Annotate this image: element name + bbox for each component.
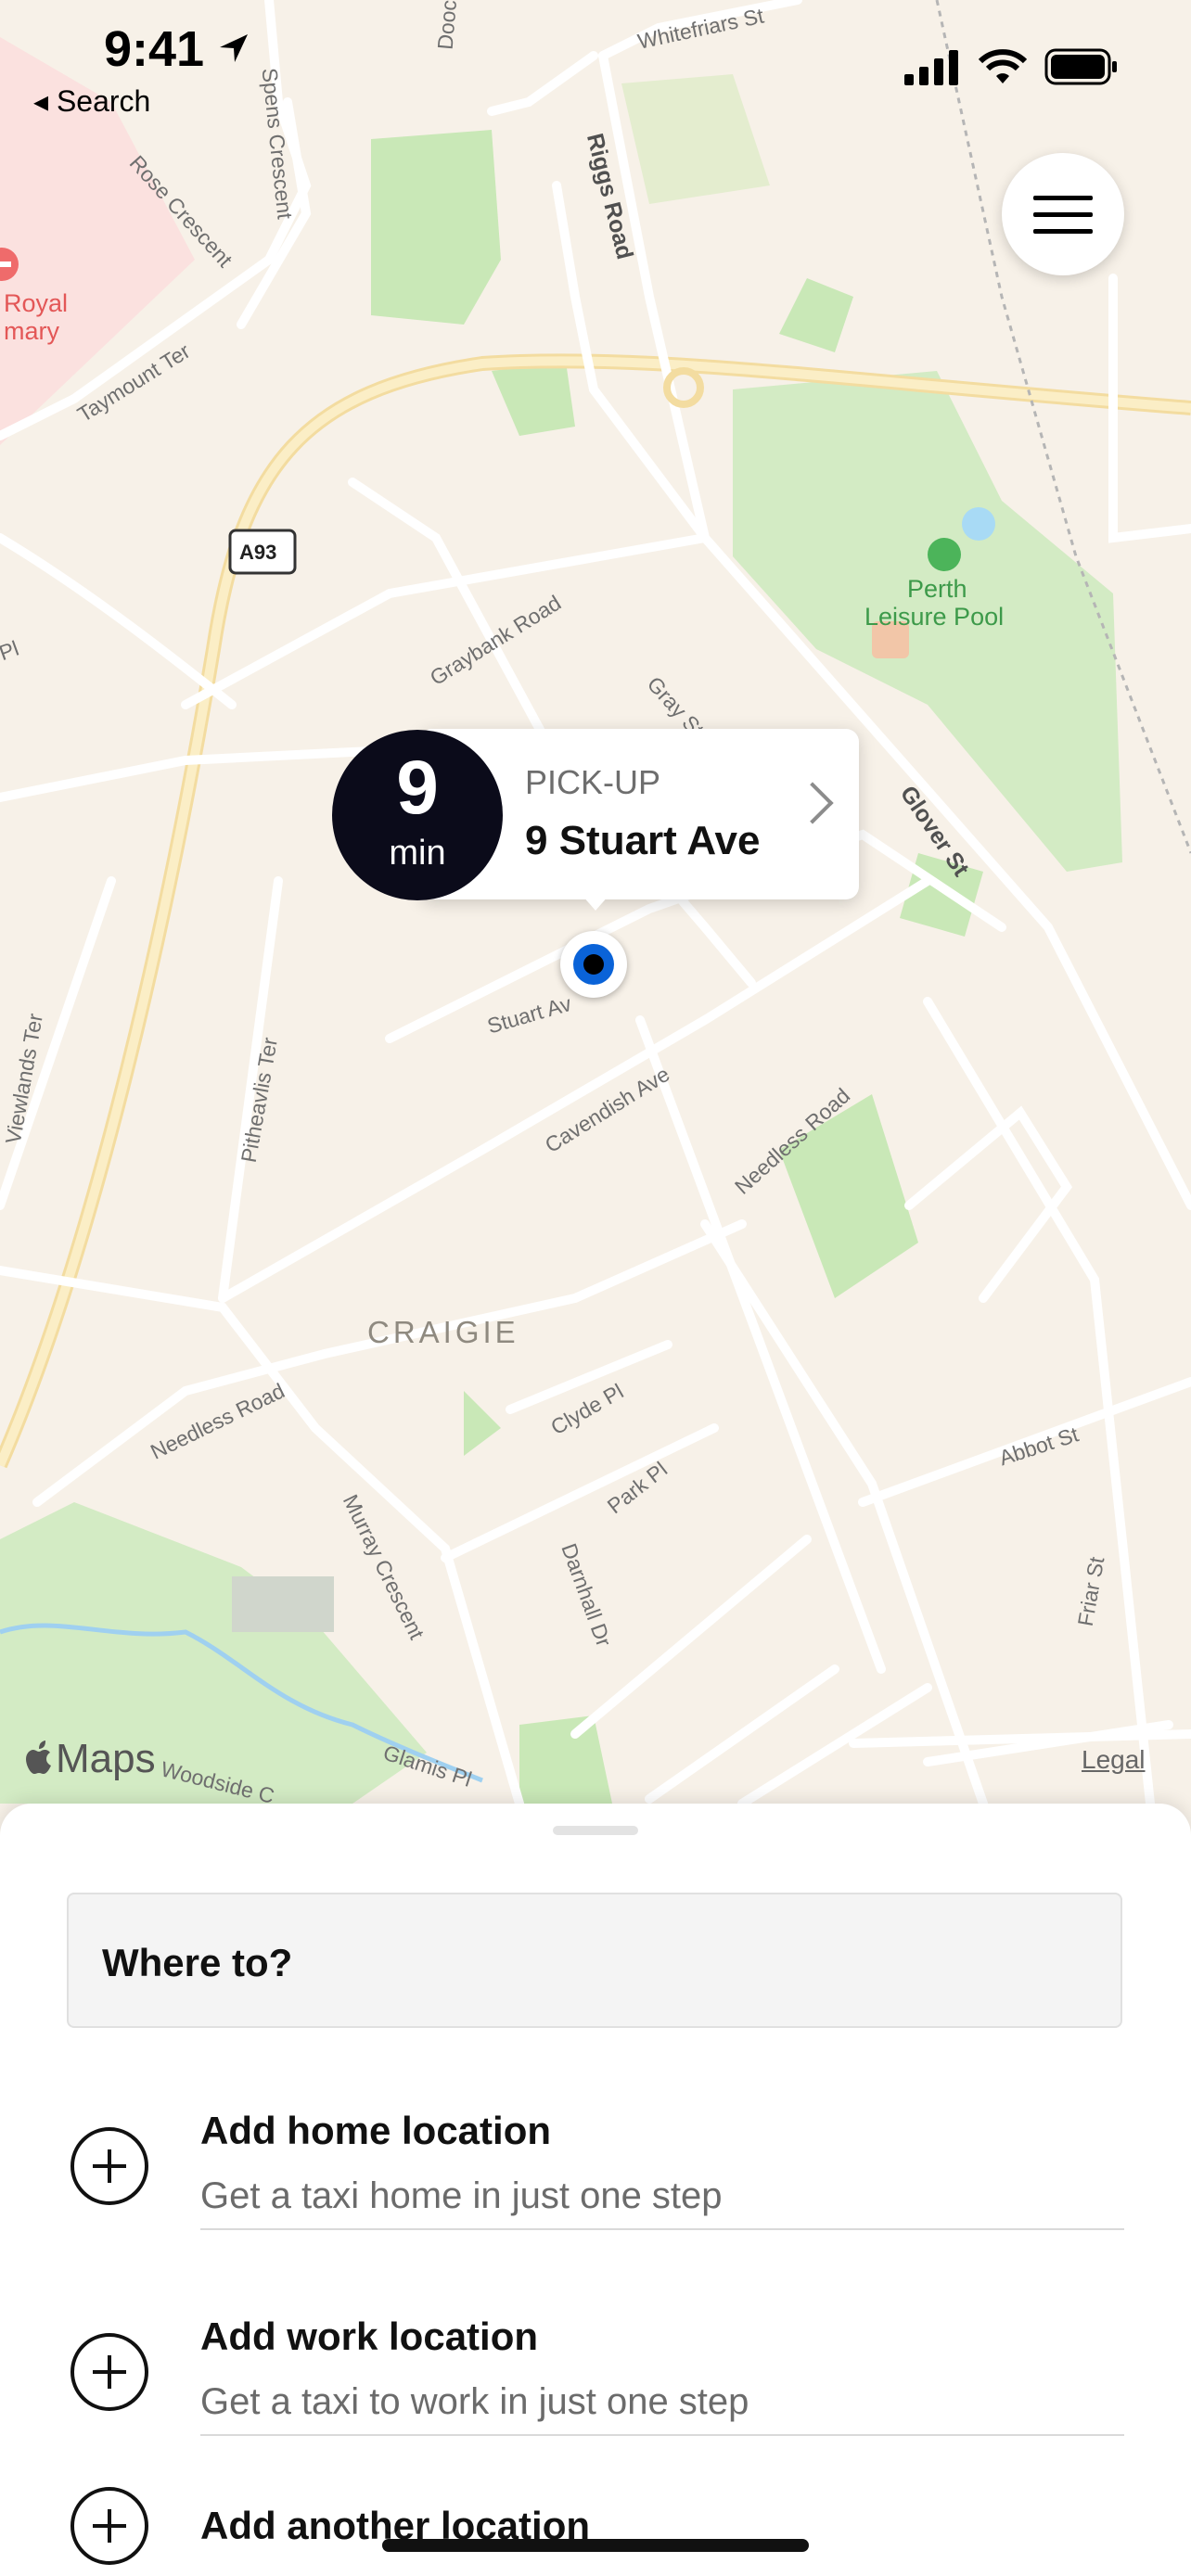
location-pin-icon[interactable] xyxy=(560,931,627,998)
eta-unit: min xyxy=(389,834,446,873)
menu-button[interactable] xyxy=(1002,153,1124,275)
place-label: Royal xyxy=(4,289,69,317)
signal-icon xyxy=(904,50,958,85)
bottom-sheet[interactable]: Where to? Add home location Get a taxi h… xyxy=(0,1804,1191,2576)
poi-label: Perth xyxy=(907,575,967,603)
home-indicator[interactable] xyxy=(382,2539,809,2552)
add-circle-icon xyxy=(70,2127,148,2205)
destination-search-input[interactable]: Where to? xyxy=(67,1893,1122,2028)
add-circle-icon xyxy=(70,2487,148,2565)
sheet-grabber[interactable] xyxy=(553,1826,638,1835)
eta-badge: 9 min xyxy=(332,730,503,900)
divider xyxy=(200,2434,1124,2436)
status-time: 9:41 xyxy=(104,20,250,78)
divider xyxy=(200,2228,1124,2230)
legal-link[interactable]: Legal xyxy=(1082,1745,1146,1775)
search-placeholder: Where to? xyxy=(102,1941,293,1984)
location-subtitle: Get a taxi home in just one step xyxy=(200,2175,723,2216)
location-title: Add work location xyxy=(200,2315,539,2358)
location-title: Add home location xyxy=(200,2109,551,2152)
eta-value: 9 xyxy=(396,746,439,830)
add-circle-icon xyxy=(70,2333,148,2411)
place-label: mary xyxy=(4,317,59,345)
map-view[interactable]: Whitefriars St Riggs Road Doocot C Spens… xyxy=(0,0,1191,1804)
location-subtitle: Get a taxi to work in just one step xyxy=(200,2381,749,2422)
maps-logo-text: Maps xyxy=(56,1736,156,1781)
pickup-address[interactable]: 9 Stuart Ave xyxy=(525,818,761,864)
add-work-location-row[interactable]: Add work location Get a taxi to work in … xyxy=(0,2272,1191,2478)
status-bar: 9:41 ◂ Search xyxy=(0,0,1191,118)
poi-label: Leisure Pool xyxy=(864,603,1005,631)
add-home-location-row[interactable]: Add home location Get a taxi home in jus… xyxy=(0,2066,1191,2272)
pickup-label: PICK-UP xyxy=(525,763,661,801)
location-arrow-icon xyxy=(220,34,249,62)
add-another-location-row[interactable]: Add another location xyxy=(0,2478,1191,2576)
road-shield-label: A93 xyxy=(239,541,277,564)
apple-icon xyxy=(26,1741,51,1774)
back-to-search-link[interactable]: ◂ Search xyxy=(33,83,150,119)
area-label: CRAIGIE xyxy=(367,1315,519,1349)
pickup-card-tail xyxy=(583,896,608,911)
apple-maps-logo: Maps xyxy=(26,1736,156,1782)
battery-icon xyxy=(1044,48,1117,85)
wifi-icon xyxy=(979,49,1027,83)
